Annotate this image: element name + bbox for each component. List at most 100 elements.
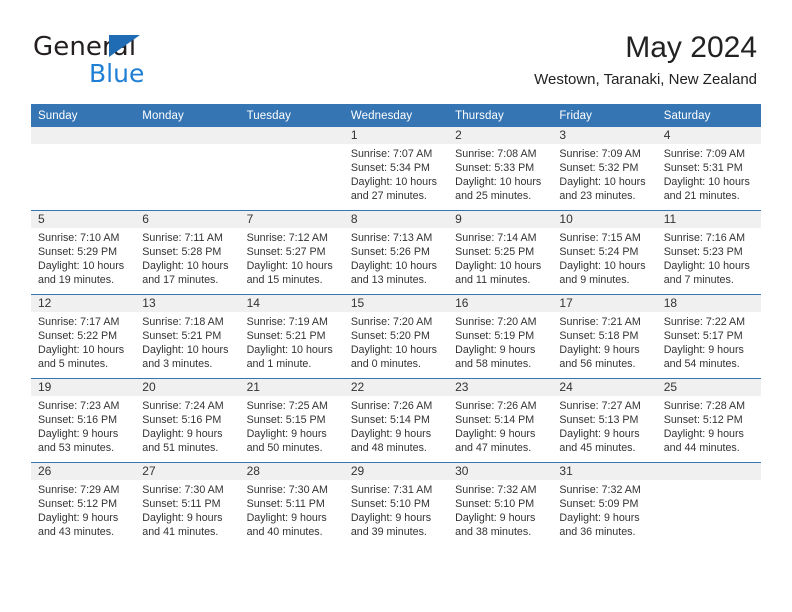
calendar-day-cell[interactable]: 4 Sunrise: 7:09 AM Sunset: 5:31 PM Daylight… <box>656 127 761 211</box>
sunset-text: Sunset: 5:14 PM <box>455 414 535 427</box>
daylight-text-line1: Daylight: 9 hours <box>350 428 432 441</box>
day-details: Sunrise: 7:32 AM Sunset: 5:10 PM Daylight:… <box>448 480 552 539</box>
sunrise-text: Sunrise: 7:30 AM <box>246 484 328 496</box>
day-details: Sunrise: 7:27 AM Sunset: 5:13 PM Daylight:… <box>552 396 656 455</box>
day-details: Sunrise: 7:12 AM Sunset: 5:27 PM Daylight:… <box>240 228 344 287</box>
calendar-day-cell[interactable]: 3 Sunrise: 7:09 AM Sunset: 5:32 PM Daylight… <box>552 127 657 211</box>
sunset-text: Sunset: 5:12 PM <box>38 498 118 511</box>
calendar-day-cell[interactable]: 25 Sunrise: 7:28 AM Sunset: 5:12 PM Dayligh… <box>656 378 761 463</box>
sunset-text: Sunset: 5:28 PM <box>142 246 222 259</box>
sunset-text: Sunset: 5:16 PM <box>38 414 118 427</box>
calendar-day-cell[interactable]: 1 Sunrise: 7:07 AM Sunset: 5:34 PM Daylight… <box>343 127 449 211</box>
logo-triangle-icon <box>109 35 140 57</box>
day-details: Sunrise: 7:14 AM Sunset: 5:25 PM Daylight:… <box>448 228 552 287</box>
weekday-header-monday: Monday <box>135 104 240 127</box>
calendar-day-cell[interactable]: 26 Sunrise: 7:29 AM Sunset: 5:12 PM Dayligh… <box>31 462 136 546</box>
day-details: Sunrise: 7:30 AM Sunset: 5:11 PM Daylight:… <box>135 480 239 539</box>
daylight-text-line1: Daylight: 9 hours <box>663 428 744 441</box>
daylight-text-line1: Daylight: 9 hours <box>350 512 432 525</box>
calendar-week-row: 19 Sunrise: 7:23 AM Sunset: 5:16 PM Dayligh… <box>31 378 761 463</box>
day-details: Sunrise: 7:29 AM Sunset: 5:12 PM Daylight:… <box>31 480 135 539</box>
weekday-header-thursday: Thursday <box>448 104 553 127</box>
day-details: Sunrise: 7:20 AM Sunset: 5:20 PM Daylight:… <box>344 312 448 371</box>
sunrise-text: Sunrise: 7:19 AM <box>246 316 328 328</box>
sunset-text: Sunset: 5:10 PM <box>350 498 430 511</box>
calendar-day-cell[interactable]: 6 Sunrise: 7:11 AM Sunset: 5:28 PM Daylight… <box>135 210 240 295</box>
day-number: 11 <box>656 211 761 228</box>
calendar-day-cell[interactable]: 30 Sunrise: 7:32 AM Sunset: 5:10 PM Dayligh… <box>448 462 553 546</box>
daylight-text-line2: and 17 minutes. <box>142 274 219 287</box>
calendar-day-cell[interactable]: 20 Sunrise: 7:24 AM Sunset: 5:16 PM Dayligh… <box>135 378 240 463</box>
calendar-day-cell[interactable]: 19 Sunrise: 7:23 AM Sunset: 5:16 PM Dayligh… <box>31 378 136 463</box>
daylight-text-line2: and 3 minutes. <box>142 358 213 371</box>
day-details: Sunrise: 7:30 AM Sunset: 5:11 PM Daylight:… <box>240 480 344 539</box>
sunrise-text: Sunrise: 7:31 AM <box>350 484 433 496</box>
sunrise-text: Sunrise: 7:26 AM <box>455 400 537 412</box>
calendar-day-cell[interactable]: 16 Sunrise: 7:20 AM Sunset: 5:19 PM Dayligh… <box>448 294 553 379</box>
sunset-text: Sunset: 5:15 PM <box>246 414 326 427</box>
calendar-day-cell[interactable]: 28 Sunrise: 7:30 AM Sunset: 5:11 PM Dayligh… <box>239 462 344 546</box>
calendar-day-cell[interactable]: 24 Sunrise: 7:27 AM Sunset: 5:13 PM Dayligh… <box>552 378 657 463</box>
sunset-text: Sunset: 5:17 PM <box>663 330 743 343</box>
calendar-day-cell[interactable]: 15 Sunrise: 7:20 AM Sunset: 5:20 PM Dayligh… <box>343 294 449 379</box>
sunrise-text: Sunrise: 7:28 AM <box>663 400 746 412</box>
general-blue-logo[interactable]: General Blue <box>33 34 253 92</box>
calendar-day-cell[interactable]: 18 Sunrise: 7:22 AM Sunset: 5:17 PM Dayligh… <box>656 294 761 379</box>
daylight-text-line1: Daylight: 9 hours <box>663 344 744 357</box>
daylight-text-line2: and 48 minutes. <box>350 442 427 455</box>
daylight-text-line1: Daylight: 9 hours <box>559 428 640 441</box>
calendar-day-cell[interactable]: 31 Sunrise: 7:32 AM Sunset: 5:09 PM Dayligh… <box>552 462 657 546</box>
calendar-day-cell[interactable]: 14 Sunrise: 7:19 AM Sunset: 5:21 PM Dayligh… <box>239 294 344 379</box>
sunset-text: Sunset: 5:33 PM <box>455 162 535 175</box>
daylight-text-line2: and 44 minutes. <box>663 442 740 455</box>
sunrise-text: Sunrise: 7:25 AM <box>246 400 328 412</box>
daylight-text-line1: Daylight: 10 hours <box>663 176 750 189</box>
daylight-text-line1: Daylight: 10 hours <box>246 344 333 357</box>
day-number: 8 <box>343 211 449 228</box>
day-number <box>31 127 136 144</box>
day-number: 28 <box>239 463 344 480</box>
sunset-text: Sunset: 5:26 PM <box>350 246 430 259</box>
calendar-table: Sunday Monday Tuesday Wednesday Thursday… <box>31 104 761 546</box>
day-number: 21 <box>239 379 344 396</box>
day-number: 15 <box>343 295 449 312</box>
day-number <box>656 463 761 480</box>
calendar-day-cell[interactable]: 13 Sunrise: 7:18 AM Sunset: 5:21 PM Dayligh… <box>135 294 240 379</box>
calendar-day-cell[interactable]: 8 Sunrise: 7:13 AM Sunset: 5:26 PM Daylight… <box>343 210 449 295</box>
calendar-body: 1 Sunrise: 7:07 AM Sunset: 5:34 PM Daylight… <box>31 127 761 546</box>
calendar-day-cell[interactable]: 5 Sunrise: 7:10 AM Sunset: 5:29 PM Daylight… <box>31 210 136 295</box>
sunrise-text: Sunrise: 7:12 AM <box>246 232 328 244</box>
daylight-text-line1: Daylight: 9 hours <box>142 428 223 441</box>
calendar-day-cell[interactable]: 17 Sunrise: 7:21 AM Sunset: 5:18 PM Dayligh… <box>552 294 657 379</box>
calendar-day-cell[interactable]: 22 Sunrise: 7:26 AM Sunset: 5:14 PM Dayligh… <box>343 378 449 463</box>
daylight-text-line1: Daylight: 10 hours <box>38 260 125 273</box>
sunset-text: Sunset: 5:19 PM <box>455 330 535 343</box>
daylight-text-line2: and 56 minutes. <box>559 358 636 371</box>
calendar-week-row: 26 Sunrise: 7:29 AM Sunset: 5:12 PM Dayligh… <box>31 462 761 546</box>
calendar-day-cell-empty <box>656 462 761 546</box>
day-number: 5 <box>31 211 136 228</box>
calendar-day-cell[interactable]: 27 Sunrise: 7:30 AM Sunset: 5:11 PM Dayligh… <box>135 462 240 546</box>
daylight-text-line1: Daylight: 9 hours <box>38 512 119 525</box>
calendar-day-cell[interactable]: 11 Sunrise: 7:16 AM Sunset: 5:23 PM Dayligh… <box>656 210 761 295</box>
day-number: 20 <box>135 379 240 396</box>
daylight-text-line1: Daylight: 9 hours <box>455 344 536 357</box>
calendar-day-cell[interactable]: 7 Sunrise: 7:12 AM Sunset: 5:27 PM Daylight… <box>239 210 344 295</box>
sunrise-text: Sunrise: 7:24 AM <box>142 400 224 412</box>
calendar-day-cell[interactable]: 21 Sunrise: 7:25 AM Sunset: 5:15 PM Dayligh… <box>239 378 344 463</box>
calendar-day-cell[interactable]: 10 Sunrise: 7:15 AM Sunset: 5:24 PM Dayligh… <box>552 210 657 295</box>
daylight-text-line1: Daylight: 10 hours <box>246 260 333 273</box>
sunrise-text: Sunrise: 7:10 AM <box>38 232 120 244</box>
daylight-text-line2: and 58 minutes. <box>455 358 532 371</box>
sunset-text: Sunset: 5:09 PM <box>559 498 639 511</box>
day-details: Sunrise: 7:31 AM Sunset: 5:10 PM Daylight:… <box>344 480 448 539</box>
daylight-text-line1: Daylight: 10 hours <box>455 176 542 189</box>
sunset-text: Sunset: 5:23 PM <box>663 246 743 259</box>
calendar-day-cell[interactable]: 2 Sunrise: 7:08 AM Sunset: 5:33 PM Daylight… <box>448 127 553 211</box>
calendar-day-cell[interactable]: 9 Sunrise: 7:14 AM Sunset: 5:25 PM Daylight… <box>448 210 553 295</box>
calendar-day-cell[interactable]: 12 Sunrise: 7:17 AM Sunset: 5:22 PM Dayligh… <box>31 294 136 379</box>
calendar-day-cell[interactable]: 23 Sunrise: 7:26 AM Sunset: 5:14 PM Dayligh… <box>448 378 553 463</box>
sunrise-text: Sunrise: 7:29 AM <box>38 484 120 496</box>
sunrise-text: Sunrise: 7:15 AM <box>559 232 641 244</box>
calendar-day-cell[interactable]: 29 Sunrise: 7:31 AM Sunset: 5:10 PM Dayligh… <box>343 462 449 546</box>
